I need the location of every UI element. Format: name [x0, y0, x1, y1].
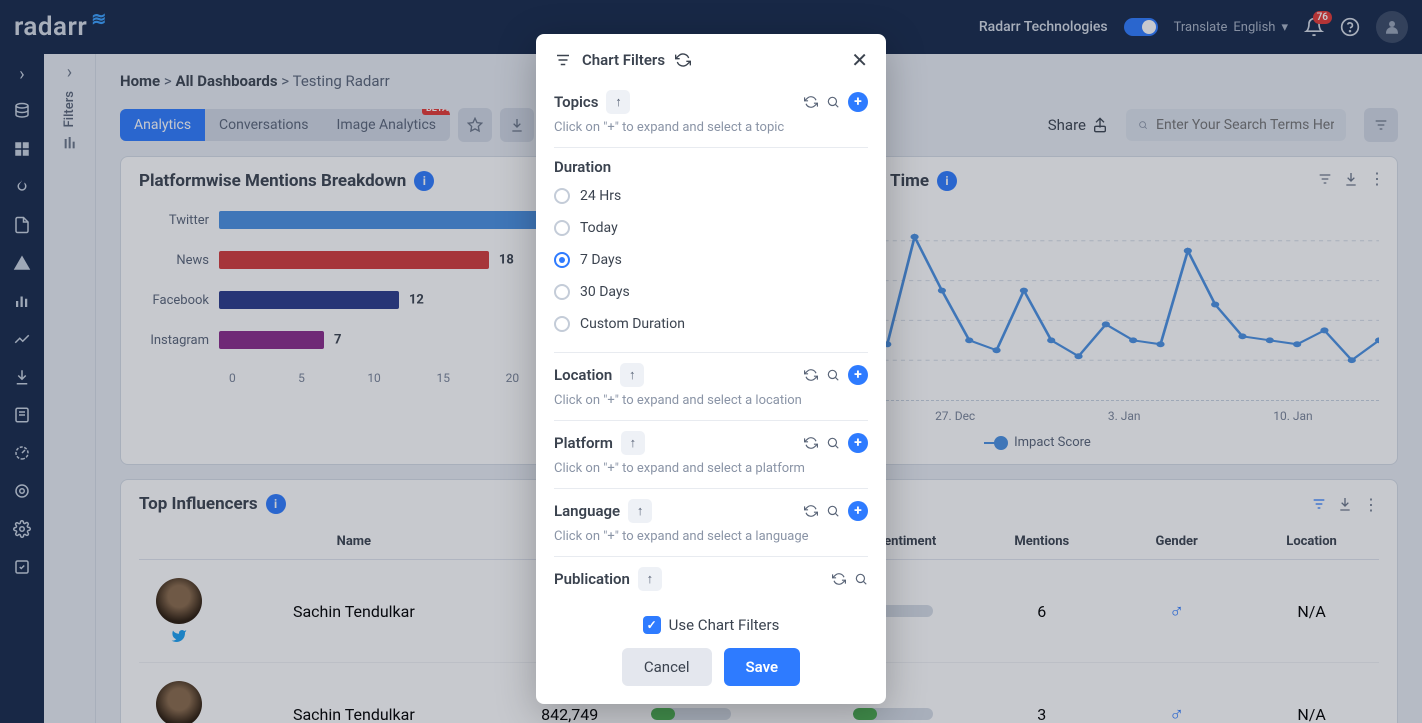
- filter-title-topics: Topics: [554, 93, 598, 111]
- add-topic-button[interactable]: +: [848, 92, 868, 112]
- sort-icon[interactable]: ↑: [628, 499, 652, 523]
- refresh-icon[interactable]: [804, 95, 818, 109]
- sort-icon[interactable]: ↑: [621, 431, 645, 455]
- add-language-button[interactable]: +: [848, 501, 868, 521]
- radio-option-duration[interactable]: 30 Days: [554, 276, 868, 308]
- checkbox-label: Use Chart Filters: [669, 616, 780, 634]
- filter-title-platform: Platform: [554, 434, 613, 452]
- chart-filters-modal: Chart Filters ✕ Topics ↑ + Click on "+" …: [536, 34, 886, 704]
- filter-section-location: Location ↑ + Click on "+" to expand and …: [554, 353, 868, 421]
- refresh-icon[interactable]: [832, 572, 846, 586]
- filter-section-publication: Publication ↑ Configured Publications+Ot…: [554, 557, 868, 602]
- radio-icon: [554, 252, 570, 268]
- sort-icon[interactable]: ↑: [606, 90, 630, 114]
- modal-overlay[interactable]: Chart Filters ✕ Topics ↑ + Click on "+" …: [0, 0, 1422, 723]
- filter-hint: Click on "+" to expand and select a lang…: [554, 529, 868, 544]
- refresh-icon[interactable]: [675, 52, 691, 68]
- add-location-button[interactable]: +: [848, 365, 868, 385]
- refresh-icon[interactable]: [804, 504, 818, 518]
- cancel-button[interactable]: Cancel: [622, 648, 712, 686]
- filter-title-duration: Duration: [554, 158, 611, 176]
- filter-section-platform: Platform ↑ + Click on "+" to expand and …: [554, 421, 868, 489]
- search-icon[interactable]: [826, 368, 840, 382]
- filter-list-icon: [554, 51, 572, 69]
- search-icon[interactable]: [826, 95, 840, 109]
- radio-option-duration[interactable]: 24 Hrs: [554, 180, 868, 212]
- search-icon[interactable]: [826, 504, 840, 518]
- search-icon[interactable]: [854, 572, 868, 586]
- filter-section-duration: Duration 24 Hrs Today 7 Days 30 Days Custom …: [554, 148, 868, 353]
- checkbox-icon: ✓: [643, 616, 661, 634]
- refresh-icon[interactable]: [804, 436, 818, 450]
- radio-option-publication[interactable]: Configured Publications+: [554, 595, 868, 602]
- close-icon[interactable]: ✕: [851, 48, 868, 72]
- filter-section-topics: Topics ↑ + Click on "+" to expand and se…: [554, 86, 868, 148]
- radio-icon: [554, 188, 570, 204]
- filter-section-language: Language ↑ + Click on "+" to expand and …: [554, 489, 868, 557]
- filter-hint: Click on "+" to expand and select a topi…: [554, 120, 868, 135]
- radio-option-duration[interactable]: Custom Duration: [554, 308, 868, 340]
- radio-label: 30 Days: [580, 284, 630, 300]
- radio-icon: [554, 220, 570, 236]
- radio-label: Custom Duration: [580, 316, 685, 332]
- use-chart-filters-checkbox[interactable]: ✓ Use Chart Filters: [643, 616, 780, 634]
- search-icon[interactable]: [826, 436, 840, 450]
- radio-option-duration[interactable]: 7 Days: [554, 244, 868, 276]
- filter-hint: Click on "+" to expand and select a plat…: [554, 461, 868, 476]
- radio-label: 7 Days: [580, 252, 622, 268]
- radio-icon: [554, 316, 570, 332]
- sort-icon[interactable]: ↑: [638, 567, 662, 591]
- add-platform-button[interactable]: +: [848, 433, 868, 453]
- radio-label: 24 Hrs: [580, 188, 621, 204]
- save-button[interactable]: Save: [724, 648, 801, 686]
- modal-title: Chart Filters: [582, 51, 665, 69]
- filter-title-language: Language: [554, 502, 620, 520]
- radio-option-duration[interactable]: Today: [554, 212, 868, 244]
- filter-title-publication: Publication: [554, 570, 630, 588]
- radio-icon: [554, 284, 570, 300]
- sort-icon[interactable]: ↑: [620, 363, 644, 387]
- filter-title-location: Location: [554, 366, 612, 384]
- refresh-icon[interactable]: [804, 368, 818, 382]
- filter-hint: Click on "+" to expand and select a loca…: [554, 393, 868, 408]
- radio-label: Today: [580, 220, 618, 236]
